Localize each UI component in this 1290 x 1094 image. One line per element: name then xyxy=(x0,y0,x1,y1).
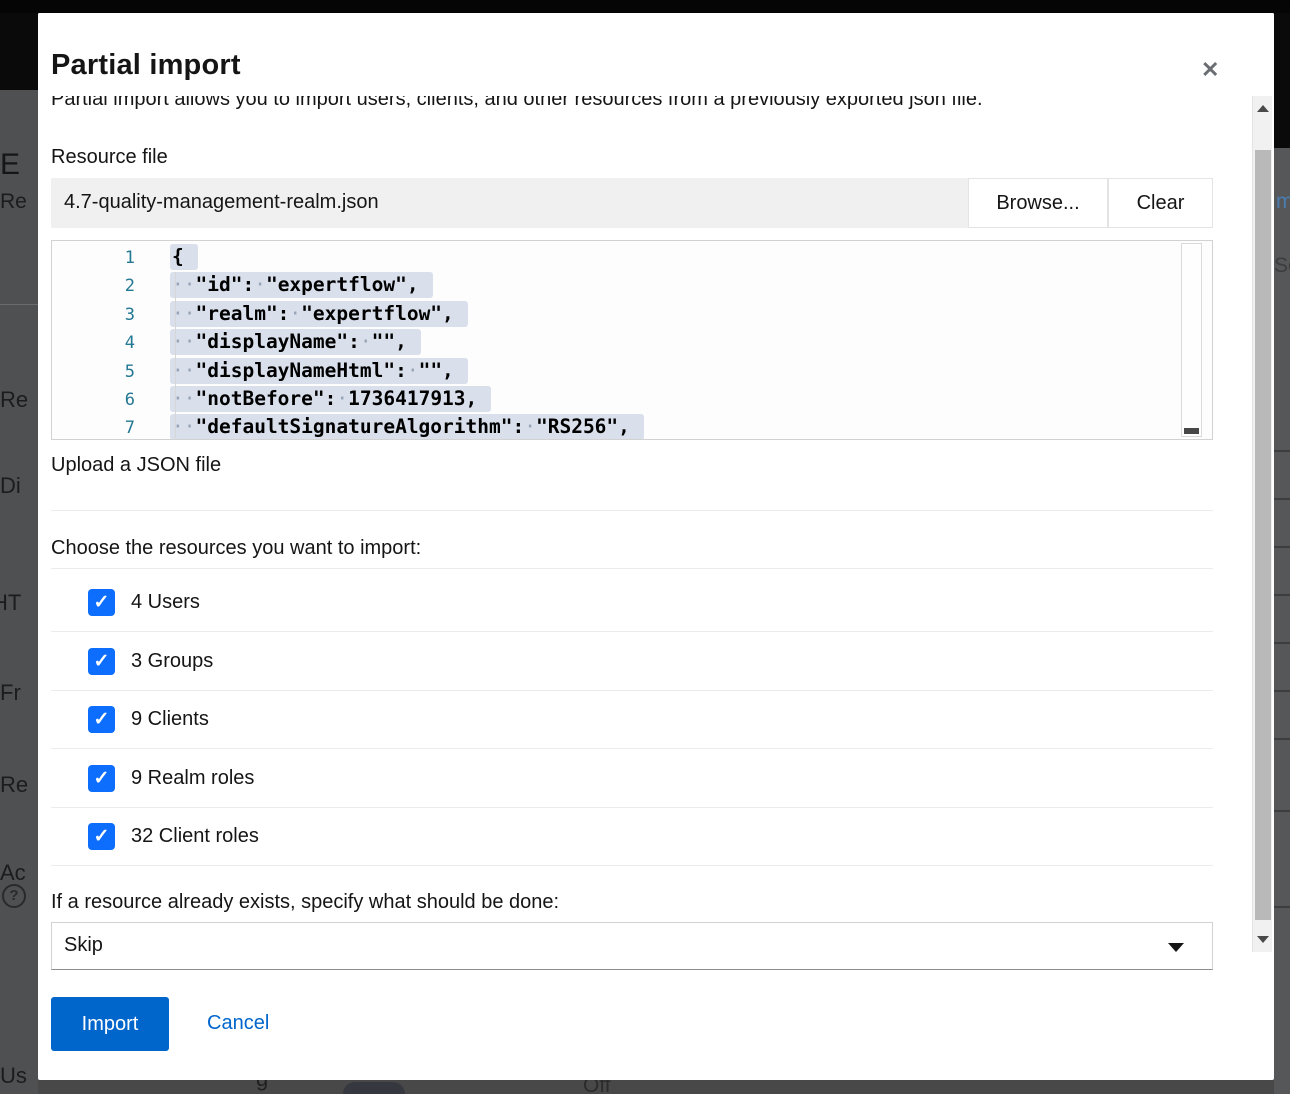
conflict-strategy-select[interactable]: Skip xyxy=(51,922,1213,970)
scrollbar-down-arrow-icon[interactable] xyxy=(1257,936,1269,943)
background-text-fragment: Di xyxy=(0,473,21,499)
line-number: 4 xyxy=(52,333,135,353)
background-row-line xyxy=(1274,690,1290,692)
code-line: 3 ··"realm":·"expertflow", xyxy=(52,302,1212,330)
background-row-line xyxy=(1274,594,1290,596)
resource-file-label: Resource file xyxy=(51,146,168,169)
resource-label: 3 Groups xyxy=(131,650,213,673)
background-row-line xyxy=(1274,642,1290,644)
resource-label: 4 Users xyxy=(131,591,200,614)
line-number: 2 xyxy=(52,276,135,296)
resource-checkbox[interactable]: ✓ xyxy=(88,648,115,675)
help-icon: ? xyxy=(2,884,26,908)
scrollbar-up-arrow-icon[interactable] xyxy=(1257,105,1269,112)
close-icon[interactable]: ✕ xyxy=(1201,59,1219,81)
code-text: { xyxy=(170,245,198,268)
background-bottom-strip: g Off xyxy=(38,1080,1274,1094)
code-text: ··"displayNameHtml":·"", xyxy=(170,359,468,382)
background-text-fragment: m xyxy=(1276,190,1290,214)
editor-scrollbar[interactable] xyxy=(1181,243,1202,437)
line-number: 5 xyxy=(52,362,135,382)
code-line: 1{ xyxy=(52,245,1212,273)
background-text-fragment: Re xyxy=(0,190,27,214)
background-row-line xyxy=(1274,498,1290,500)
clear-button[interactable]: Clear xyxy=(1108,178,1213,228)
code-text: ··"notBefore":·1736417913, xyxy=(170,387,491,410)
code-text: ··"defaultSignatureAlgorithm":·"RS256", xyxy=(170,415,644,438)
code-text: ··"id":·"expertflow", xyxy=(170,273,433,296)
resource-checkbox[interactable]: ✓ xyxy=(88,589,115,616)
upload-helper-text: Upload a JSON file xyxy=(51,454,221,477)
code-line: 4 ··"displayName":·"", xyxy=(52,330,1212,358)
background-masthead xyxy=(0,0,1290,13)
background-text-fragment: HT xyxy=(0,590,21,616)
code-line: 2 ··"id":·"expertflow", xyxy=(52,273,1212,301)
line-number: 6 xyxy=(52,390,135,410)
partial-import-modal: Partial import allows you to import user… xyxy=(38,13,1274,1080)
background-text-fragment: Re xyxy=(0,387,28,413)
json-editor[interactable]: 1{2··"id":·"expertflow",3··"realm":·"exp… xyxy=(51,240,1213,440)
modal-scrollbar-thumb[interactable] xyxy=(1255,150,1271,920)
choose-resources-heading: Choose the resources you want to import: xyxy=(51,537,421,560)
resource-label: 9 Clients xyxy=(131,708,209,731)
code-line: 7 ··"defaultSignatureAlgorithm":·"RS256", xyxy=(52,415,1212,440)
resource-row: ✓ 32 Client roles xyxy=(51,808,1213,866)
cancel-button[interactable]: Cancel xyxy=(207,1012,269,1035)
modal-header: Partial import ✕ xyxy=(38,13,1274,96)
code-line: 6 ··"notBefore":·1736417913, xyxy=(52,387,1212,415)
resource-label: 32 Client roles xyxy=(131,825,259,848)
resource-label: 9 Realm roles xyxy=(131,767,254,790)
background-right-masthead xyxy=(1274,0,1290,148)
background-row-line xyxy=(1274,738,1290,740)
background-text-fragment: Us xyxy=(0,1063,27,1089)
list-divider xyxy=(51,568,1213,569)
background-text-fragment: Re xyxy=(0,772,28,798)
background-text-fragment: g xyxy=(256,1080,268,1092)
background-row-line xyxy=(1274,810,1290,812)
background-toggle-switch xyxy=(343,1082,405,1094)
conflict-strategy-value: Skip xyxy=(64,934,103,957)
background-text-fragment: E xyxy=(0,148,20,182)
resource-row: ✓ 4 Users xyxy=(51,574,1213,632)
resource-row: ✓ 3 Groups xyxy=(51,633,1213,691)
background-text-fragment: Se xyxy=(1274,254,1290,278)
chevron-down-icon xyxy=(1168,943,1184,952)
background-text-fragment: Fr xyxy=(0,680,21,706)
background-row-line xyxy=(1274,450,1290,452)
background-left-masthead xyxy=(0,0,38,90)
resource-checkbox[interactable]: ✓ xyxy=(88,823,115,850)
modal-scrollbar[interactable] xyxy=(1252,96,1272,952)
editor-indent-guide xyxy=(175,272,176,438)
line-number: 3 xyxy=(52,305,135,325)
section-divider xyxy=(51,510,1213,511)
background-left-strip: E Re Re Di HT Fr Re Ac Us ? xyxy=(0,0,38,1094)
resource-checkbox[interactable]: ✓ xyxy=(88,706,115,733)
resource-row: ✓ 9 Clients xyxy=(51,691,1213,749)
resource-checkbox[interactable]: ✓ xyxy=(88,765,115,792)
background-row-line xyxy=(1274,906,1290,908)
modal-title: Partial import xyxy=(51,49,241,82)
browse-button[interactable]: Browse... xyxy=(968,178,1108,228)
background-left-divider xyxy=(0,304,38,305)
background-text-fragment: Off xyxy=(583,1080,611,1094)
resource-file-name: 4.7-quality-management-realm.json xyxy=(64,191,379,214)
import-button[interactable]: Import xyxy=(51,997,169,1051)
code-line: 5 ··"displayNameHtml":·"", xyxy=(52,359,1212,387)
line-number: 7 xyxy=(52,418,135,438)
code-text: ··"realm":·"expertflow", xyxy=(170,302,468,325)
background-row-line xyxy=(1274,546,1290,548)
background-text-fragment: Ac xyxy=(0,860,26,886)
editor-scrollbar-thumb[interactable] xyxy=(1184,428,1199,434)
line-number: 1 xyxy=(52,248,135,268)
code-text: ··"displayName":·"", xyxy=(170,330,421,353)
resource-row: ✓ 9 Realm roles xyxy=(51,750,1213,808)
conflict-strategy-heading: If a resource already exists, specify wh… xyxy=(51,891,559,914)
resource-file-input[interactable]: 4.7-quality-management-realm.json xyxy=(51,178,968,228)
background-right-strip: m Se xyxy=(1274,0,1290,1094)
